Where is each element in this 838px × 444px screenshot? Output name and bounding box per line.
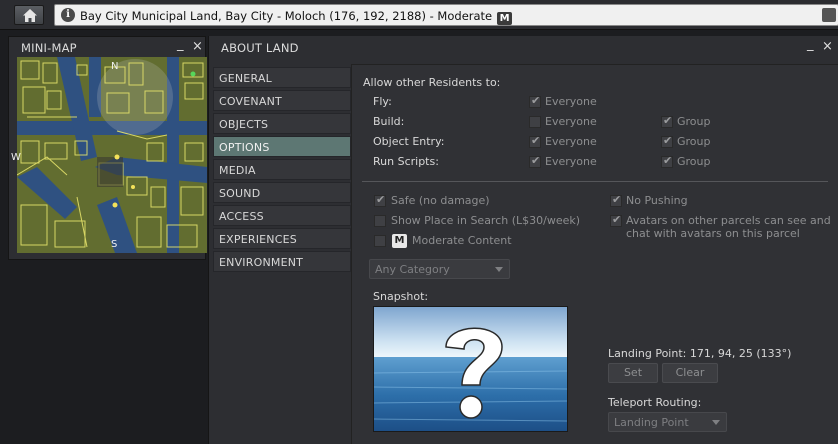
no-pushing-checkbox[interactable] — [610, 193, 622, 207]
tab-list: GENERAL COVENANT OBJECTS OPTIONS MEDIA S… — [213, 67, 351, 274]
about-land-header[interactable]: ABOUT LAND _ × — [209, 36, 838, 58]
clear-button[interactable]: Clear — [662, 363, 718, 383]
tab-general[interactable]: GENERAL — [213, 67, 351, 88]
navigation-bar: i Bay City Municipal Land, Bay City - Mo… — [0, 0, 838, 30]
snapshot-label: Snapshot: — [373, 290, 429, 303]
fly-everyone-label: Everyone — [545, 95, 597, 108]
minimap-window: MINI-MAP _ × N S W — [8, 36, 207, 260]
object-entry-everyone-checkbox[interactable] — [529, 134, 541, 148]
location-field[interactable]: i Bay City Municipal Land, Bay City - Mo… — [54, 4, 838, 26]
show-in-search-label: Show Place in Search (L$30/week) — [391, 214, 581, 227]
maturity-badge: M — [497, 12, 513, 25]
moderate-content-label: Moderate Content — [412, 234, 512, 247]
object-entry-group-checkbox[interactable] — [661, 134, 673, 148]
close-icon[interactable]: × — [192, 39, 203, 54]
fly-label: Fly: — [373, 95, 392, 108]
tab-media[interactable]: MEDIA — [213, 159, 351, 180]
about-land-window: ABOUT LAND _ × GENERAL COVENANT OBJECTS … — [208, 36, 838, 444]
tab-options[interactable]: OPTIONS — [213, 136, 351, 157]
build-label: Build: — [373, 115, 405, 128]
object-entry-label: Object Entry: — [373, 135, 445, 148]
location-text: Bay City Municipal Land, Bay City - Molo… — [80, 9, 493, 23]
divider — [362, 181, 828, 182]
tab-objects[interactable]: OBJECTS — [213, 113, 351, 134]
object-entry-group-label: Group — [677, 135, 711, 148]
run-scripts-group-label: Group — [677, 155, 711, 168]
tab-environment[interactable]: ENVIRONMENT — [213, 251, 351, 272]
moderate-content-checkbox[interactable] — [374, 235, 386, 247]
moderate-rating-badge: M — [392, 234, 407, 248]
show-in-search-checkbox[interactable] — [374, 215, 386, 227]
see-avatars-checkbox[interactable] — [610, 213, 622, 227]
chevron-down-icon — [712, 420, 720, 425]
run-scripts-group-checkbox[interactable] — [661, 154, 673, 168]
map-view[interactable]: N S — [17, 57, 207, 253]
build-group-label: Group — [677, 115, 711, 128]
chevron-down-icon — [495, 267, 503, 272]
run-scripts-label: Run Scripts: — [373, 155, 439, 168]
close-icon[interactable]: × — [822, 39, 833, 54]
no-pushing-label: No Pushing — [626, 194, 688, 207]
compass-south: S — [111, 239, 118, 250]
see-avatars-label-line1: Avatars on other parcels can see and — [626, 214, 831, 227]
run-scripts-everyone-checkbox[interactable] — [529, 154, 541, 168]
minimap-header[interactable]: MINI-MAP _ × — [9, 37, 205, 57]
build-group-checkbox[interactable] — [661, 114, 673, 128]
compass-west: W — [11, 152, 21, 163]
tab-experiences[interactable]: EXPERIENCES — [213, 228, 351, 249]
teleport-routing-dropdown[interactable]: Landing Point — [608, 412, 727, 432]
safe-checkbox[interactable] — [374, 193, 386, 207]
object-entry-everyone-label: Everyone — [545, 135, 597, 148]
home-icon — [23, 9, 37, 22]
landing-point-label: Landing Point: 171, 94, 25 (133°) — [608, 347, 792, 360]
category-value: Any Category — [375, 263, 450, 276]
info-icon[interactable]: i — [61, 8, 75, 22]
minimize-icon[interactable]: _ — [807, 37, 814, 52]
tab-covenant[interactable]: COVENANT — [213, 90, 351, 111]
snapshot-image[interactable] — [373, 306, 568, 432]
compass-north: N — [111, 61, 119, 72]
fly-everyone-checkbox[interactable] — [529, 94, 541, 108]
allow-residents-heading: Allow other Residents to: — [363, 76, 501, 89]
teleport-routing-label: Teleport Routing: — [608, 396, 702, 409]
build-everyone-checkbox[interactable] — [529, 116, 541, 128]
run-scripts-everyone-label: Everyone — [545, 155, 597, 168]
see-avatars-label-line2: chat with avatars on this parcel — [626, 227, 800, 240]
tab-access[interactable]: ACCESS — [213, 205, 351, 226]
favorite-icon[interactable] — [822, 8, 836, 22]
options-panel: Allow other Residents to: Fly: Everyone … — [351, 64, 838, 444]
home-button[interactable] — [14, 5, 44, 25]
safe-label: Safe (no damage) — [391, 194, 490, 207]
set-button[interactable]: Set — [608, 363, 658, 383]
category-dropdown[interactable]: Any Category — [369, 259, 510, 279]
teleport-routing-value: Landing Point — [614, 416, 689, 429]
about-land-title: ABOUT LAND — [221, 41, 299, 55]
minimize-icon[interactable]: _ — [177, 37, 184, 52]
tab-sound[interactable]: SOUND — [213, 182, 351, 203]
minimap-title: MINI-MAP — [21, 41, 77, 55]
build-everyone-label: Everyone — [545, 115, 597, 128]
